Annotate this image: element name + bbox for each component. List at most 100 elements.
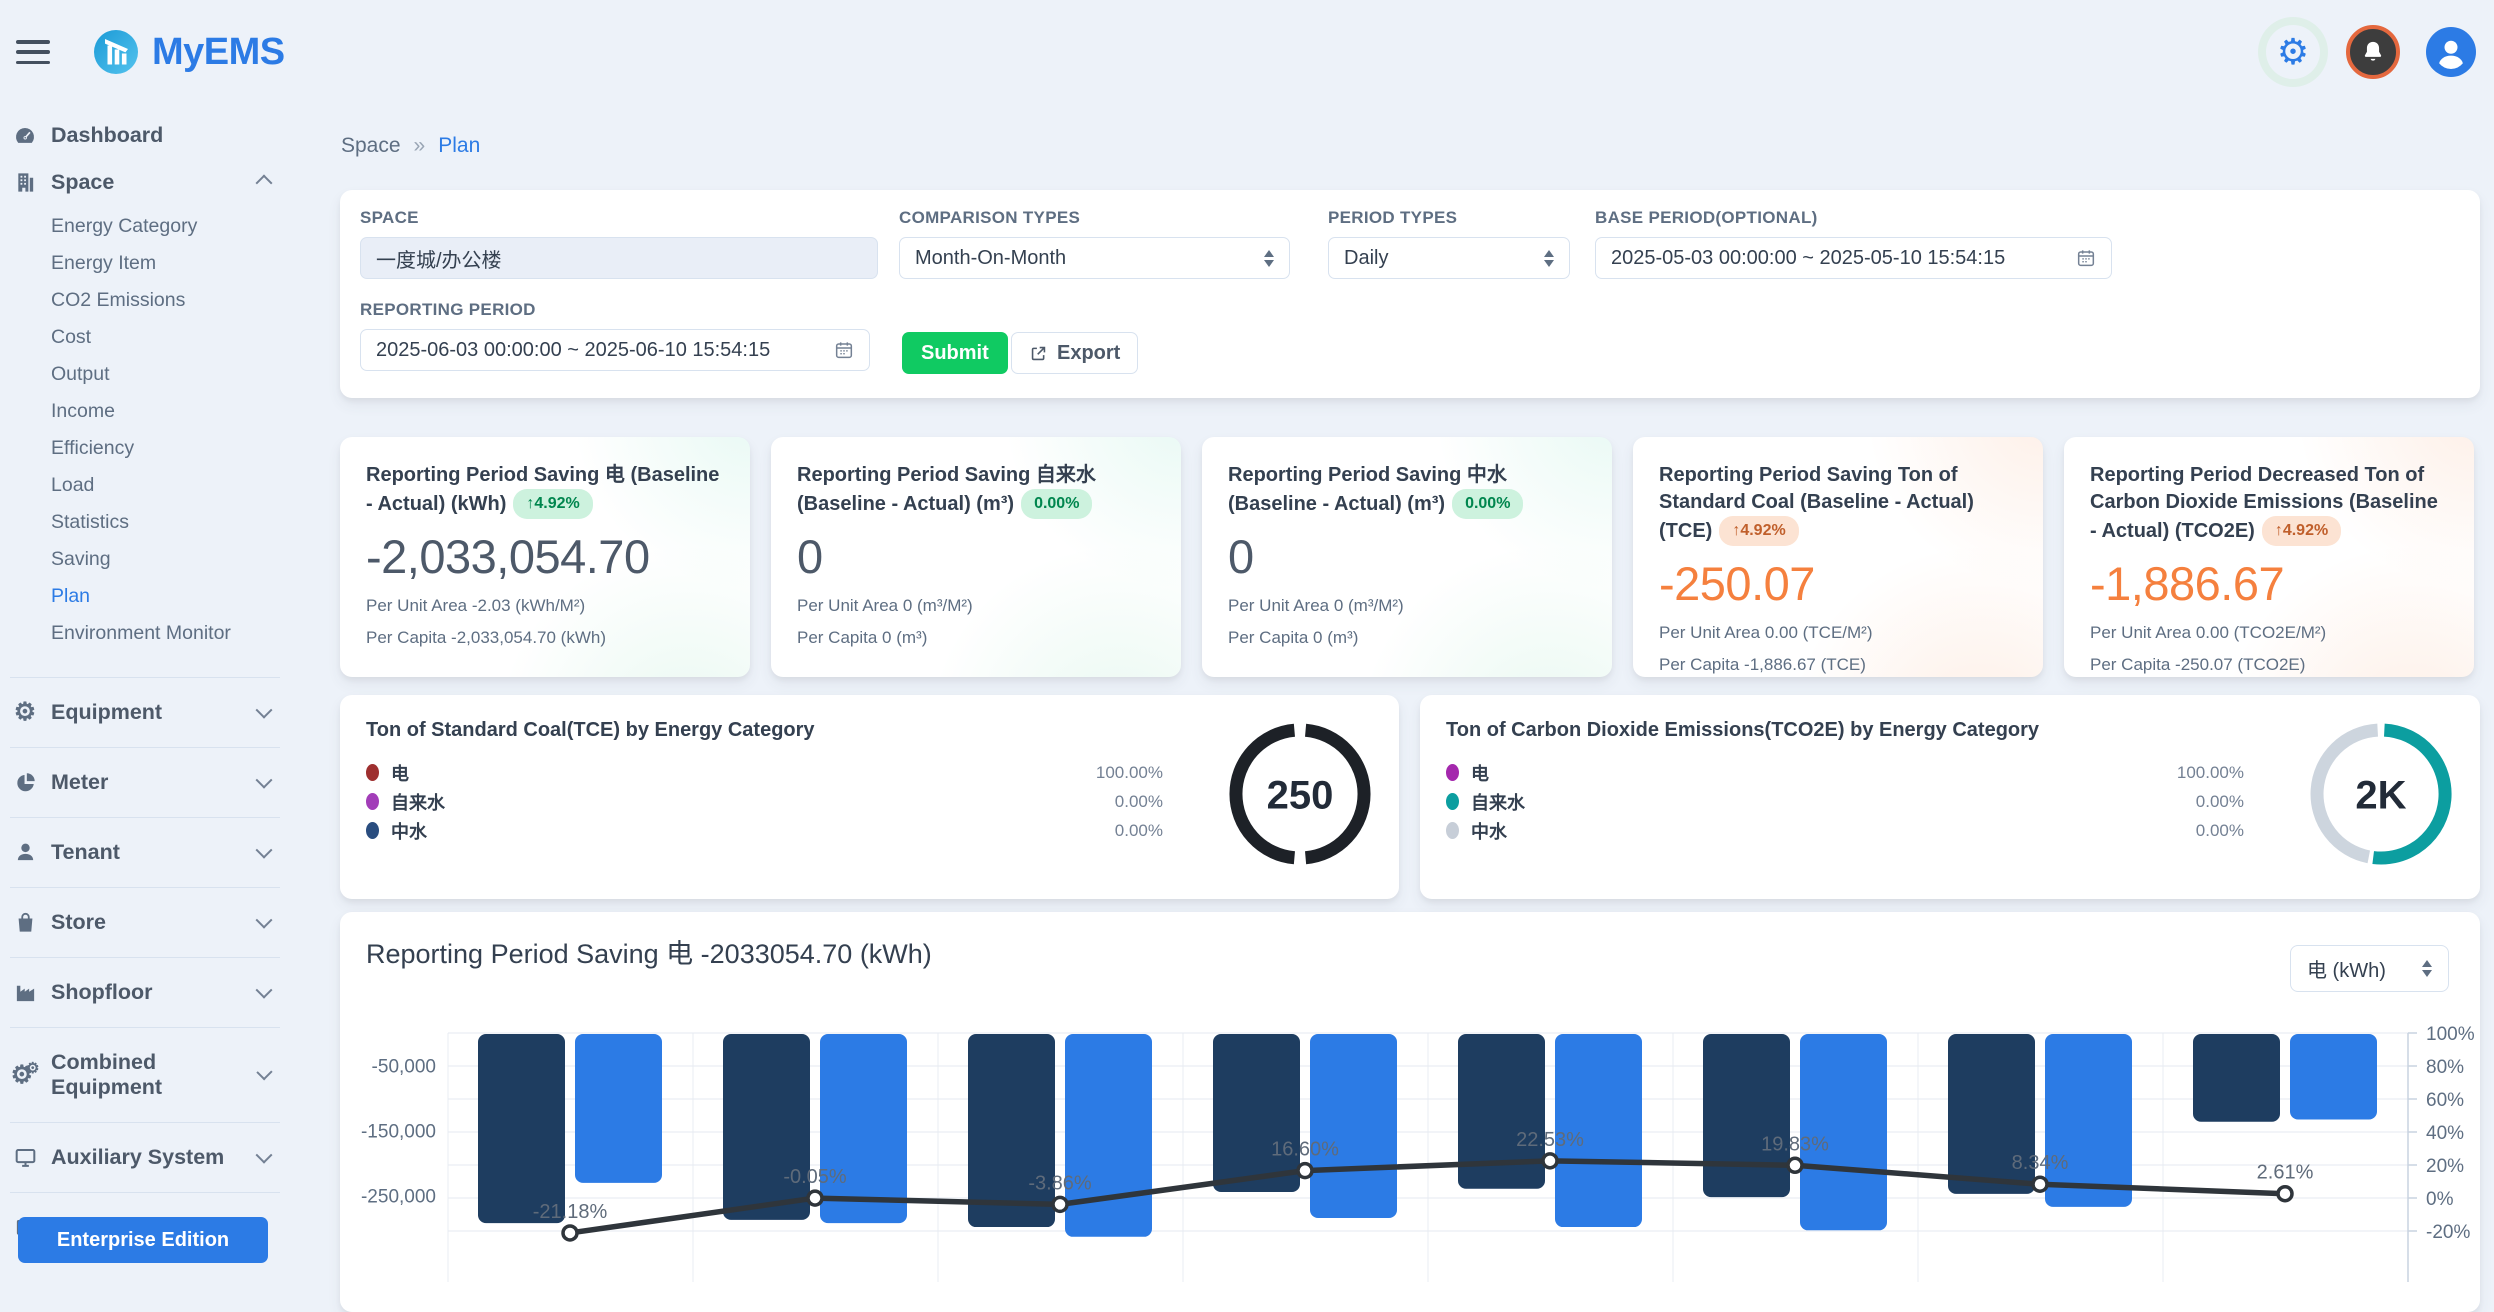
sidebar-submenu-space: Energy CategoryEnergy ItemCO2 EmissionsC… (0, 206, 290, 666)
topnav: MyEMS ⚙ (0, 0, 2494, 104)
comparison-type-select[interactable]: Month-On-Month (899, 237, 1290, 279)
gear-icon: ⚙ (2277, 34, 2309, 70)
submit-button[interactable]: Submit (902, 332, 1008, 374)
stat-value: 0 (797, 529, 1155, 584)
sidebar-item-equipment[interactable]: ⚙Equipment (0, 689, 290, 736)
sidebar-divider (10, 1027, 280, 1028)
sidebar-subitem-environment-monitor[interactable]: Environment Monitor (0, 615, 290, 652)
export-button[interactable]: Export (1011, 332, 1138, 374)
legend-label: 自来水 (391, 789, 445, 815)
select-caret-icon (1264, 250, 1274, 267)
select-caret-icon (1544, 250, 1554, 267)
chevron-down-icon (256, 701, 273, 718)
sidebar-item-tenant[interactable]: Tenant (0, 829, 290, 876)
legend-dot-icon (366, 822, 379, 839)
legend-item-[interactable]: 电100.00% (366, 758, 1163, 787)
stat-value: -2,033,054.70 (366, 529, 724, 584)
base-period-input[interactable]: 2025-05-03 00:00:00 ~ 2025-05-10 15:54:1… (1595, 237, 2112, 279)
svg-text:100%: 100% (2426, 1024, 2475, 1045)
svg-text:22.53%: 22.53% (1516, 1129, 1584, 1151)
sidebar-item-meter[interactable]: Meter (0, 759, 290, 806)
sidebar-item-combined-equipment[interactable]: ⚙⚙Combined Equipment (0, 1039, 290, 1111)
sidebar-divider (10, 747, 280, 748)
sidebar-divider (10, 817, 280, 818)
sidebar-item-label: Auxiliary System (51, 1145, 224, 1170)
legend-percent: 100.00% (2177, 763, 2244, 783)
legend-item-[interactable]: 自来水0.00% (1446, 787, 2244, 816)
unit-select[interactable]: 电 (kWh) (2290, 945, 2449, 992)
breadcrumb-plan-link[interactable]: Plan (438, 134, 480, 158)
sidebar-item-label: Space (51, 170, 114, 195)
chevron-down-icon (256, 841, 273, 858)
user-menu-button[interactable] (2426, 27, 2476, 77)
sidebar-item-label: Tenant (51, 840, 120, 865)
stat-badge: 0.00% (1452, 489, 1523, 519)
reporting-period-input[interactable]: 2025-06-03 00:00:00 ~ 2025-06-10 15:54:1… (360, 329, 870, 371)
chevron-down-icon (257, 1064, 273, 1080)
chevron-down-icon (256, 911, 273, 928)
svg-text:60%: 60% (2426, 1090, 2464, 1111)
gauge-icon (12, 124, 38, 148)
pie-icon (12, 771, 38, 794)
svg-text:-0.05%: -0.05% (783, 1166, 847, 1188)
comparison-types-label: COMPARISON TYPES (899, 208, 1290, 228)
chevron-up-icon (256, 174, 273, 191)
gear-icon: ⚙ (12, 700, 38, 725)
sidebar-divider (10, 1192, 280, 1193)
breadcrumb-space-link[interactable]: Space (341, 134, 401, 158)
sidebar-item-store[interactable]: Store (0, 899, 290, 946)
legend-dot-icon (1446, 793, 1459, 810)
stat-per-capita: Per Capita -250.07 (TCO2E) (2090, 655, 2448, 675)
bell-icon (2360, 39, 2386, 65)
sidebar-item-label: Store (51, 910, 106, 935)
legend-percent: 0.00% (1115, 792, 1163, 812)
legend-item-[interactable]: 中水0.00% (366, 816, 1163, 845)
stat-card-title-text: Reporting Period Saving Ton of Standard … (1659, 464, 1974, 542)
sidebar-divider (10, 887, 280, 888)
donut-card-2: Ton of Carbon Dioxide Emissions(TCO2E) b… (1420, 695, 2480, 899)
sidebar-subitem-co2-emissions[interactable]: CO2 Emissions (0, 282, 290, 319)
donut-center-value: 2K (2355, 773, 2406, 817)
sidebar-divider (10, 677, 280, 678)
sidebar-subitem-cost[interactable]: Cost (0, 319, 290, 356)
svg-text:16.60%: 16.60% (1271, 1139, 1339, 1161)
sidebar-subitem-plan[interactable]: Plan (0, 578, 290, 615)
sidebar-toggle-button[interactable] (16, 40, 50, 64)
sidebar-item-shopfloor[interactable]: Shopfloor (0, 969, 290, 1016)
sidebar-subitem-energy-category[interactable]: Energy Category (0, 208, 290, 245)
sidebar-subitem-income[interactable]: Income (0, 393, 290, 430)
legend-item-[interactable]: 电100.00% (1446, 758, 2244, 787)
saving-chart-card: Reporting Period Saving 电 -2033054.70 (k… (340, 912, 2480, 1312)
stat-badge: ↑4.92% (1719, 516, 1798, 546)
donut-chart: 2K (2306, 719, 2456, 869)
sidebar-item-auxiliary-system[interactable]: Auxiliary System (0, 1134, 290, 1181)
legend-item-left: 自来水 (1446, 789, 1525, 815)
svg-text:-150,000: -150,000 (361, 1122, 436, 1143)
sidebar-subitem-statistics[interactable]: Statistics (0, 504, 290, 541)
stat-card-title: Reporting Period Saving 中水 (Baseline - A… (1228, 462, 1586, 519)
svg-text:8.34%: 8.34% (2012, 1152, 2069, 1174)
sidebar-item-dashboard[interactable]: Dashboard (0, 112, 290, 159)
legend-item-[interactable]: 中水0.00% (1446, 816, 2244, 845)
sidebar-subitem-output[interactable]: Output (0, 356, 290, 393)
sidebar-subitem-efficiency[interactable]: Efficiency (0, 430, 290, 467)
sidebar-subitem-saving[interactable]: Saving (0, 541, 290, 578)
space-input[interactable]: 一度城/办公楼 (360, 237, 878, 279)
sidebar-item-label: Combined Equipment (51, 1050, 246, 1100)
sidebar-item-label: Dashboard (51, 123, 163, 148)
enterprise-edition-button[interactable]: Enterprise Edition (18, 1217, 268, 1263)
donut-card-title: Ton of Carbon Dioxide Emissions(TCO2E) b… (1446, 719, 2454, 742)
legend-item-[interactable]: 自来水 0.00% (366, 787, 1163, 816)
svg-text:-20%: -20% (2426, 1222, 2470, 1243)
settings-button[interactable]: ⚙ (2266, 25, 2320, 79)
svg-text:-21.18%: -21.18% (533, 1201, 608, 1223)
sidebar-item-space[interactable]: Space (0, 159, 290, 206)
brand[interactable]: MyEMS (92, 28, 285, 76)
sidebar-subitem-load[interactable]: Load (0, 467, 290, 504)
brand-name: MyEMS (152, 31, 285, 74)
breadcrumb: Space » Plan (341, 134, 480, 158)
notifications-button[interactable] (2346, 25, 2400, 79)
bag-icon (12, 911, 38, 934)
sidebar-subitem-energy-item[interactable]: Energy Item (0, 245, 290, 282)
period-type-select[interactable]: Daily (1328, 237, 1570, 279)
